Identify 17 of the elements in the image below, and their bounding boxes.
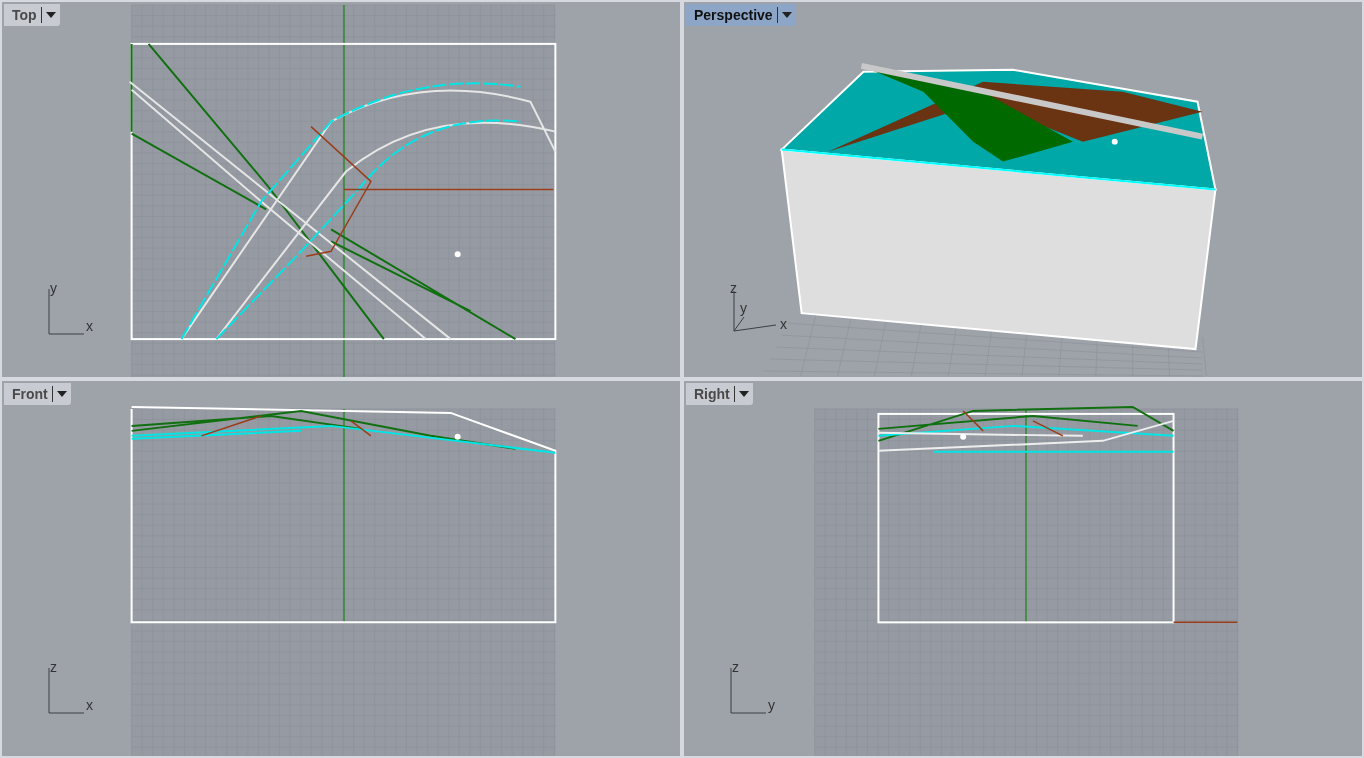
axis-label: y [768, 698, 775, 712]
axis-label: z [730, 281, 737, 295]
axis-label: y [50, 281, 57, 295]
viewport-panel[interactable]: Right z y [684, 381, 1362, 756]
axis-label: x [86, 698, 93, 712]
viewport-panel[interactable]: Top y x [2, 2, 680, 377]
axis-label: x [780, 317, 787, 331]
viewport-tab[interactable]: Front [4, 383, 71, 405]
axis-label: x [86, 319, 93, 333]
viewport-panel[interactable]: Front z x [2, 381, 680, 756]
axis-label: y [740, 301, 747, 315]
axis-label: z [732, 660, 739, 674]
viewport-tab[interactable]: Perspective [686, 4, 796, 26]
viewport-tab[interactable]: Top [4, 4, 60, 26]
viewport-tab[interactable]: Right [686, 383, 753, 405]
axis-label: z [50, 660, 57, 674]
viewport-panel[interactable]: Perspective z y x [684, 2, 1362, 377]
